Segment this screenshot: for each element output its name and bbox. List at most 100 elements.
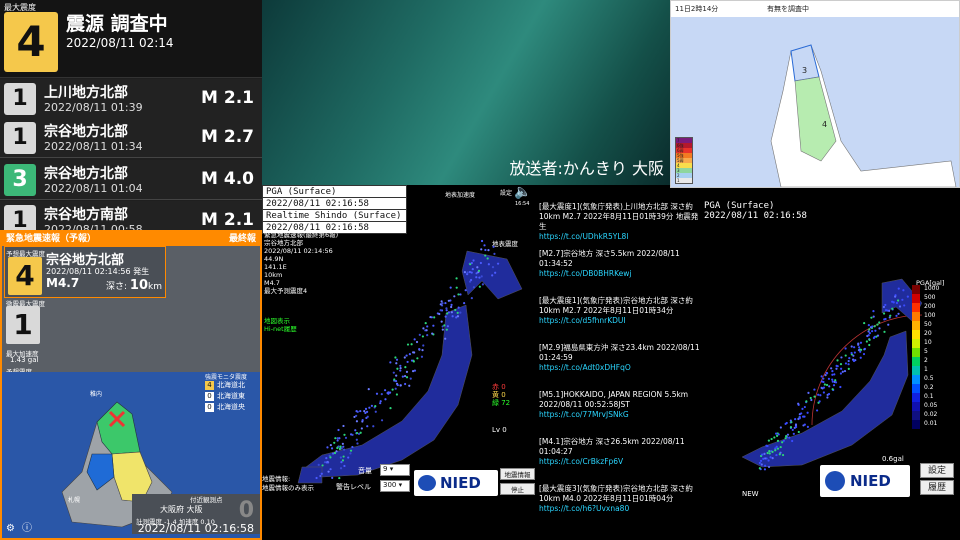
intensity-badge: 3 [4,164,36,196]
station-dot [456,315,460,318]
station-dot [803,423,806,426]
station-dot [459,293,462,296]
tweet-item[interactable]: [最大震度1](気象庁発表)宗谷地方北部 深さ約10km M2.7 2022年8… [539,296,701,326]
history-button[interactable]: 履歴 [920,480,954,495]
station-dot [825,383,829,387]
list-item[interactable]: 1 上川地方北部 2022/08/11 01:39 M 2.1 [0,79,262,119]
volume-select[interactable]: 9 ▾ [380,464,410,476]
list-item[interactable]: 1 宗谷地方北部 2022/08/11 01:34 M 2.7 [0,118,262,158]
station-dot [333,441,336,444]
monitor-legend-item: 0 北海道央 [205,402,245,412]
station-dot [897,287,900,290]
station-dot [389,407,392,410]
tweet-item[interactable]: [最大震度3](気象庁発表)宗谷地方北部 深さ約10km M4.0 2022年8… [539,484,701,514]
station-dot [445,328,448,331]
station-dot [333,451,337,455]
speaker-icon[interactable]: 🔈 [514,184,531,200]
legend-tick: 2 [924,357,928,364]
station-dot [758,467,761,470]
station-dot [330,447,334,450]
station-dot [826,396,829,399]
station-dot [315,476,318,480]
station-dot [396,367,399,370]
station-dot [388,391,392,394]
inset-legend-item: 1 [676,178,692,183]
eq-info-button[interactable]: 地震情報 [500,468,535,480]
station-dot [872,310,875,313]
station-dot [789,419,792,422]
gal-readout: 0.6gal [882,455,904,463]
station-dot [356,442,359,445]
station-dot [332,452,335,455]
station-dot [472,286,476,289]
station-dot [763,464,767,467]
station-dot [412,351,415,354]
station-dot [349,433,353,436]
legend-swatch [912,375,920,384]
station-dot [470,297,473,300]
station-dot [820,375,823,378]
legend-tick: 100 [924,312,936,319]
station-dot [876,334,880,337]
settings-button[interactable]: 設定 [500,188,512,197]
station-dot [819,394,822,397]
station-dot [777,433,780,436]
station-dot [892,301,895,304]
station-dot [798,417,801,420]
station-dot [405,370,409,373]
station-dot [418,333,421,336]
station-dot [455,277,458,280]
legend-tick: 0.05 [924,402,938,409]
list-item[interactable]: 3 宗谷地方北部 2022/08/11 01:04 M 4.0 [0,160,262,200]
station-dot [325,457,328,460]
tweet-item[interactable]: [最大震度1](気象庁発表)上川地方北部 深さ約10km M2.7 2022年8… [539,202,701,242]
latest-quake-header: 最大震度 4 震源 調査中 2022/08/11 02:14 [0,0,262,78]
station-dot [831,380,834,383]
station-dot [847,363,850,366]
station-dot [767,439,770,442]
info-icon[interactable]: ⓘ [22,519,32,534]
station-dot [355,409,358,413]
tweet-item[interactable]: [M4.1]宗谷地方 深さ26.5km 2022/08/11 01:04:27 h… [539,437,701,467]
station-dot [484,254,487,257]
station-dot [834,381,838,384]
tweet-item[interactable]: [M2.7]宗谷地方 深さ5.5km 2022/08/11 01:34:52 ht… [539,249,701,279]
station-dot [761,453,764,456]
station-dot [826,372,829,375]
station-dot [759,459,763,462]
tweet-feed: [最大震度1](気象庁発表)上川地方北部 深さ約10km M2.7 2022年8… [537,198,702,540]
station-dot [480,239,484,243]
stop-button[interactable]: 停止 [500,483,535,495]
station-dot [317,463,320,466]
station-dot [450,305,453,309]
station-dot [767,459,770,462]
station-dot [341,442,344,445]
tweet-item[interactable]: [M2.9]福島県東方沖 深さ23.4km 2022/08/11 01:24:5… [539,343,701,373]
station-dot [340,447,343,450]
station-dot [868,328,871,331]
station-dot [771,457,774,460]
legend-tick: 0.1 [924,393,934,400]
station-dot [365,410,369,413]
eew-final-label: 最終報 [228,234,256,244]
warning-level-select[interactable]: 300 ▾ [380,480,410,492]
settings-button[interactable]: 設定 [920,463,954,478]
station-dot [395,362,398,365]
tweet-link: https://t.co/d5fhnrKDUI [539,316,626,325]
station-dot [403,356,406,359]
new-label: NEW [742,490,759,498]
pga-map-panel: PGA (Surface) 2022/08/11 02:16:58 PGA[gal… [702,195,960,540]
aurora-video: 放送者:かんきり 大阪 [262,0,670,185]
station-dot [870,316,873,319]
hokkaido-inset-map: 11日2時14分 有無を調査中 3 4 7 6強 6弱 5強 5弱 4 3 2 1 [670,0,960,188]
settings-icon[interactable]: ⚙ [6,523,15,534]
eew-title-bar: 緊急地震速報（予報） 最終報 [2,232,260,246]
station-dot [806,425,809,428]
station-dot [327,470,330,473]
station-dot [337,445,340,448]
tweet-item[interactable]: [M5.1]HOKKAIDO, JAPAN REGION 5.5km 2022/… [539,390,701,420]
station-dot [409,377,412,380]
warning-level-label: 警告レベル [336,483,371,491]
station-dot [776,447,780,450]
near-station-label: 付近観測点 [190,496,223,504]
